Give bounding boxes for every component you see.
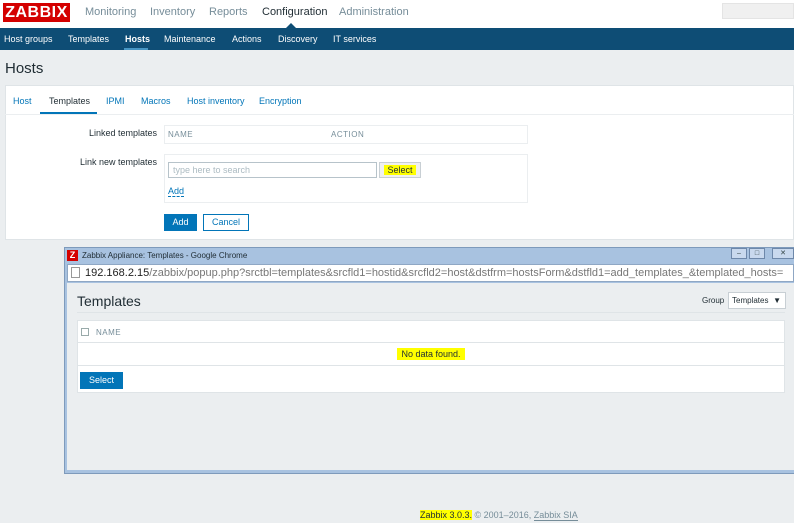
dropdown-arrow-icon: ▼ — [773, 296, 781, 305]
url-host: 192.168.2.15 — [85, 267, 150, 279]
add-link[interactable]: Add — [168, 186, 185, 197]
page-title: Hosts — [5, 60, 44, 77]
submenu-host-groups[interactable]: Host groups — [4, 34, 53, 44]
popup-title-divider — [77, 312, 785, 313]
tab-divider — [5, 114, 794, 115]
submenu-discovery[interactable]: Discovery — [278, 34, 318, 44]
popup-col-name[interactable]: NAME — [96, 328, 121, 337]
maximize-icon[interactable]: □ — [749, 248, 765, 259]
tab-macros[interactable]: Macros — [141, 96, 171, 106]
submenu-maintenance[interactable]: Maintenance — [164, 34, 216, 44]
submenu-hosts[interactable]: Hosts — [125, 34, 150, 44]
menu-reports[interactable]: Reports — [209, 6, 248, 18]
minimize-icon[interactable]: – — [731, 248, 747, 259]
url-path: /zabbix/popup.php?srctbl=templates&srcfl… — [149, 267, 784, 279]
submenu-it-services[interactable]: IT services — [333, 34, 376, 44]
footer-version: Zabbix 3.0.3. — [420, 510, 473, 520]
menu-inventory[interactable]: Inventory — [150, 6, 195, 18]
col-name: NAME — [168, 130, 194, 139]
group-value: Templates — [732, 296, 769, 305]
linked-templates-label: Linked templates — [88, 128, 157, 138]
no-data-text: No data found. — [397, 348, 465, 360]
no-data-message: No data found. — [77, 348, 785, 360]
submenu-active-indicator — [124, 48, 148, 50]
popup-select-button[interactable]: Select — [80, 372, 123, 389]
select-button[interactable]: Select — [379, 162, 421, 178]
submenu-templates[interactable]: Templates — [68, 34, 109, 44]
group-label: Group — [702, 296, 725, 305]
footer-company-link[interactable]: Zabbix SIA — [533, 510, 578, 521]
link-new-templates-label: Link new templates — [79, 157, 157, 167]
global-search-input[interactable] — [722, 3, 794, 19]
menu-monitoring[interactable]: Monitoring — [85, 6, 136, 18]
zabbix-favicon-icon: Z — [67, 250, 78, 261]
sub-nav — [0, 28, 794, 50]
tab-ipmi[interactable]: IPMI — [106, 96, 125, 106]
group-select[interactable]: Templates ▼ — [728, 292, 786, 309]
page-icon — [71, 267, 80, 278]
tab-host[interactable]: Host — [13, 96, 32, 106]
footer: Zabbix 3.0.3. © 2001–2016, Zabbix SIA — [420, 510, 578, 521]
tab-host-inventory[interactable]: Host inventory — [187, 96, 245, 106]
close-icon[interactable]: ✕ — [772, 248, 794, 259]
footer-copyright: © 2001–2016, — [472, 510, 534, 520]
col-action: ACTION — [331, 130, 365, 139]
menu-configuration[interactable]: Configuration — [262, 6, 327, 18]
cancel-button[interactable]: Cancel — [203, 214, 249, 231]
menu-administration[interactable]: Administration — [339, 6, 409, 18]
tab-templates[interactable]: Templates — [49, 96, 90, 106]
zabbix-logo[interactable]: ZABBIX — [3, 3, 70, 22]
tab-encryption[interactable]: Encryption — [259, 96, 302, 106]
table-header-divider — [77, 342, 785, 343]
active-menu-caret-icon — [286, 23, 296, 28]
add-button[interactable]: Add — [164, 214, 197, 231]
address-bar[interactable]: 192.168.2.15/zabbix/popup.php?srctbl=tem… — [67, 264, 794, 282]
select-label: Select — [384, 165, 416, 175]
tab-active-indicator — [40, 112, 97, 114]
submenu-actions[interactable]: Actions — [232, 34, 262, 44]
popup-window-title: Zabbix Appliance: Templates - Google Chr… — [82, 251, 248, 260]
select-all-checkbox[interactable] — [81, 328, 89, 336]
table-divider — [77, 365, 785, 366]
template-search-input[interactable]: type here to search — [168, 162, 377, 178]
popup-title: Templates — [77, 293, 141, 309]
